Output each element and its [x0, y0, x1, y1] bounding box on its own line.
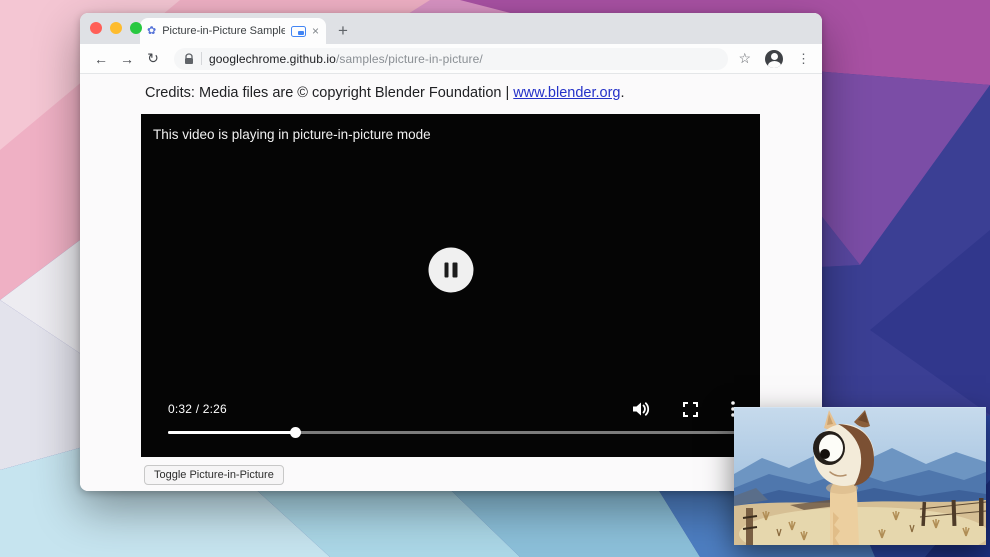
toggle-pip-button[interactable]: Toggle Picture-in-Picture [144, 465, 284, 485]
volume-button[interactable] [632, 401, 650, 417]
pip-video-frame [734, 408, 986, 545]
pip-overlay-message: This video is playing in picture-in-pict… [153, 127, 431, 142]
bookmark-star-icon[interactable]: ☆ [738, 50, 751, 67]
video-controls: 0:32 / 2:26 [168, 401, 735, 417]
credits-text: Credits: Media files are © copyright Ble… [145, 85, 513, 101]
minimize-window-button[interactable] [110, 22, 122, 34]
omnibox-separator [201, 52, 202, 65]
time-display: 0:32 / 2:26 [168, 402, 227, 416]
reload-button[interactable]: ↻ [142, 50, 164, 67]
pause-icon [444, 263, 449, 278]
credits-period: . [620, 85, 624, 101]
profile-avatar[interactable] [765, 50, 783, 68]
fullscreen-button[interactable] [683, 402, 698, 417]
zoom-window-button[interactable] [130, 22, 142, 34]
toolbar-actions: ☆ ⋮ [738, 50, 812, 68]
pip-indicator-icon [291, 26, 306, 37]
lock-icon [184, 53, 194, 65]
seek-bar[interactable] [168, 427, 735, 437]
pause-button[interactable] [428, 248, 473, 293]
blender-link[interactable]: www.blender.org [513, 85, 620, 101]
address-bar[interactable]: googlechrome.github.io/samples/picture-i… [174, 48, 728, 70]
new-tab-button[interactable]: + [338, 22, 348, 39]
browser-toolbar: ← → ↻ googlechrome.github.io/samples/pic… [80, 44, 822, 74]
browser-menu-icon[interactable]: ⋮ [797, 51, 810, 67]
seek-fill [168, 431, 295, 434]
page-content: Credits: Media files are © copyright Ble… [80, 74, 822, 491]
browser-window: ✿ Picture-in-Picture Sample × + ← → ↻ go… [80, 13, 822, 491]
forward-button[interactable]: → [116, 51, 138, 67]
desktop-background: ✿ Picture-in-Picture Sample × + ← → ↻ go… [0, 0, 990, 557]
pip-window[interactable] [734, 407, 986, 545]
video-player[interactable]: This video is playing in picture-in-pict… [141, 114, 760, 457]
traffic-lights [90, 22, 142, 34]
tab-favicon-icon: ✿ [147, 26, 156, 37]
tab-close-icon[interactable]: × [312, 25, 319, 37]
url-path: /samples/picture-in-picture/ [336, 52, 483, 66]
tab-title: Picture-in-Picture Sample [162, 25, 285, 37]
back-button[interactable]: ← [90, 51, 112, 67]
url-domain: googlechrome.github.io [209, 52, 336, 66]
titlebar: ✿ Picture-in-Picture Sample × + [80, 13, 822, 44]
browser-tab[interactable]: ✿ Picture-in-Picture Sample × [140, 18, 326, 44]
pause-icon [453, 263, 458, 278]
seek-thumb[interactable] [290, 427, 301, 438]
close-window-button[interactable] [90, 22, 102, 34]
url-text: googlechrome.github.io/samples/picture-i… [209, 52, 483, 66]
credits-line: Credits: Media files are © copyright Ble… [145, 85, 822, 101]
